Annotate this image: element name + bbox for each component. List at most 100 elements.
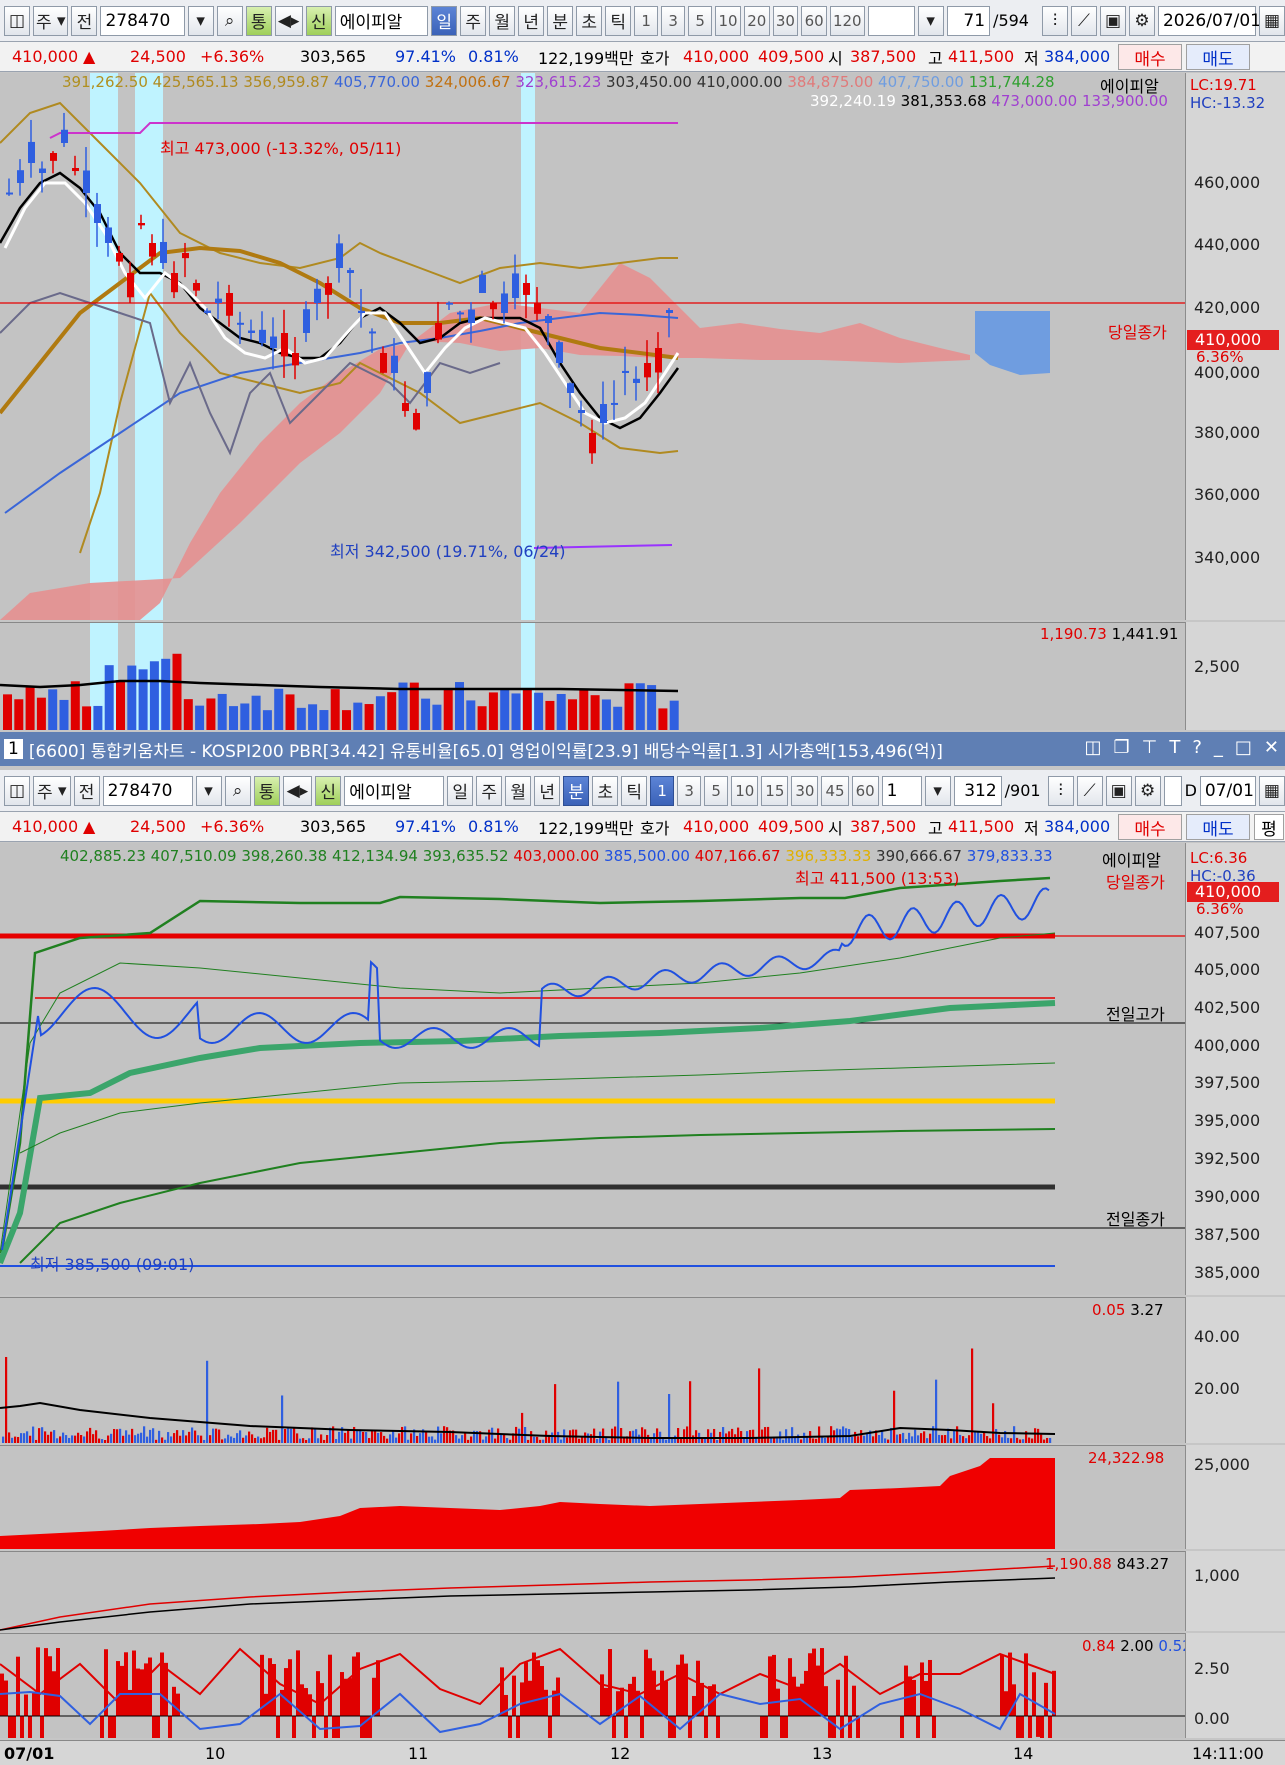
oscillator-bar	[344, 1678, 348, 1716]
trend-icon[interactable]: ⟋	[1070, 5, 1097, 36]
window-menu-icon[interactable]: ◫	[4, 775, 30, 806]
sell-button[interactable]: 매도	[1186, 44, 1250, 70]
interval-1[interactable]: 1	[650, 775, 675, 806]
tong-button[interactable]: 통	[253, 775, 280, 806]
interval-3[interactable]: 3	[661, 5, 686, 36]
save-icon[interactable]: ▣	[1099, 5, 1126, 36]
buy-button[interactable]: 매수	[1118, 44, 1182, 70]
copy-icon[interactable]: ❐	[1114, 737, 1130, 758]
window-menu-icon[interactable]: ◫	[4, 5, 30, 36]
stock-name-field[interactable]: 에이피알	[334, 5, 429, 36]
save-icon[interactable]: ▣	[1105, 775, 1132, 806]
period-tick[interactable]: 틱	[621, 775, 648, 806]
buy-button[interactable]: 매수	[1118, 814, 1182, 840]
date-input[interactable]: 2026/07/01	[1157, 5, 1261, 36]
calendar-icon[interactable]: ▦	[1258, 5, 1285, 36]
indicator2-panel[interactable]: 0.84 2.00 0.52	[0, 1633, 1185, 1738]
minute-price-panel[interactable]: 402,885.23 407,510.09 398,260.38 412,134…	[0, 843, 1185, 1295]
interval-30[interactable]: 30	[772, 5, 799, 36]
period-minute[interactable]: 분	[547, 5, 574, 36]
period-minute[interactable]: 분	[563, 775, 590, 806]
period-week[interactable]: 주	[460, 5, 487, 36]
volume-bar	[364, 704, 374, 730]
daily-volume-chart	[0, 623, 679, 730]
oscillator-bar	[376, 1660, 380, 1716]
code-input[interactable]: 278470	[102, 775, 193, 806]
unit-dropdown-icon[interactable]: ▾	[924, 775, 951, 806]
oscillator-bar	[516, 1716, 520, 1738]
tong-button[interactable]: 통	[245, 5, 272, 36]
maximize-icon[interactable]: □	[1235, 737, 1252, 758]
indicator1-panel[interactable]: 1,190.88 843.27	[0, 1551, 1185, 1631]
interval-5[interactable]: 5	[704, 775, 729, 806]
candle-icon[interactable]: ⫶	[1041, 5, 1068, 36]
date-checkbox[interactable]	[1163, 775, 1182, 806]
search-icon[interactable]: ⌕	[216, 5, 243, 36]
type-selector[interactable]: 주 ▾	[33, 775, 71, 806]
layout-icon[interactable]: ◫	[1084, 737, 1101, 758]
candle-icon[interactable]: ⫶	[1047, 775, 1074, 806]
text-icon[interactable]: T	[1169, 737, 1180, 758]
interval-5[interactable]: 5	[688, 5, 713, 36]
period-tick[interactable]: 틱	[605, 5, 632, 36]
chart-window-titlebar[interactable]: 1 [6600] 통합키움차트 - KOSPI200 PBR[34.42] 유통…	[0, 732, 1285, 766]
code-input[interactable]: 278470	[100, 5, 185, 36]
interval-1[interactable]: 1	[634, 5, 659, 36]
count-input[interactable]: 312	[953, 775, 1002, 806]
interval-20[interactable]: 20	[743, 5, 770, 36]
stock-name-field[interactable]: 에이피알	[344, 775, 445, 806]
search-icon[interactable]: ⌕	[224, 775, 251, 806]
volume-bar	[1046, 1437, 1049, 1443]
period-second[interactable]: 초	[592, 775, 619, 806]
interval-10[interactable]: 10	[731, 775, 759, 806]
calendar-icon[interactable]: ▦	[1258, 775, 1285, 806]
unit-dropdown-icon[interactable]: ▾	[917, 5, 944, 36]
speaker-icon[interactable]: ◀▸	[274, 5, 303, 36]
volume-bar	[878, 1434, 881, 1443]
shin-button[interactable]: 신	[315, 775, 342, 806]
date-input[interactable]: 07/01	[1199, 775, 1256, 806]
pin-icon[interactable]: ⊤	[1142, 737, 1158, 758]
period-second[interactable]: 초	[576, 5, 603, 36]
prev-button[interactable]: 전	[71, 5, 98, 36]
daily-volume-panel[interactable]: 1,190.73 1,441.91	[0, 622, 1185, 730]
interval-30[interactable]: 30	[791, 775, 819, 806]
candle-body	[127, 273, 134, 298]
interval-120[interactable]: 120	[829, 5, 865, 36]
average-button[interactable]: 평	[1254, 814, 1284, 840]
interval-3[interactable]: 3	[677, 775, 702, 806]
minimize-icon[interactable]: _	[1214, 737, 1223, 758]
prev-button[interactable]: 전	[73, 775, 100, 806]
trend-icon[interactable]: ⟋	[1076, 775, 1103, 806]
period-month[interactable]: 월	[489, 5, 516, 36]
period-month[interactable]: 월	[505, 775, 532, 806]
gear-icon[interactable]: ⚙	[1128, 5, 1155, 36]
interval-10[interactable]: 10	[715, 5, 741, 36]
code-dropdown-icon[interactable]: ▾	[187, 5, 214, 36]
period-day[interactable]: 일	[431, 5, 458, 36]
interval-60[interactable]: 60	[851, 775, 879, 806]
interval-45[interactable]: 45	[821, 775, 849, 806]
period-day[interactable]: 일	[447, 775, 474, 806]
period-year[interactable]: 년	[518, 5, 545, 36]
volume-bar	[579, 688, 589, 730]
period-week[interactable]: 주	[476, 775, 503, 806]
period-year[interactable]: 년	[534, 775, 561, 806]
volume-bar	[584, 1432, 587, 1443]
code-dropdown-icon[interactable]: ▾	[195, 775, 222, 806]
gear-icon[interactable]: ⚙	[1134, 775, 1161, 806]
type-selector[interactable]: 주 ▾	[33, 5, 69, 36]
close-icon[interactable]: ✕	[1264, 737, 1279, 758]
help-icon[interactable]: ?	[1192, 737, 1202, 758]
speaker-icon[interactable]: ◀▸	[282, 775, 313, 806]
cumulative-volume-panel[interactable]: 24,322.98	[0, 1445, 1185, 1549]
interval-60[interactable]: 60	[801, 5, 827, 36]
interval-15[interactable]: 15	[761, 775, 789, 806]
unit-input[interactable]	[867, 5, 915, 36]
sell-button[interactable]: 매도	[1186, 814, 1250, 840]
shin-button[interactable]: 신	[305, 5, 332, 36]
unit-input[interactable]: 1	[881, 775, 922, 806]
minute-volume-panel[interactable]: 0.05 3.27	[0, 1297, 1185, 1443]
daily-price-panel[interactable]: 391,262.50 425,565.13 356,959.87 405,770…	[0, 73, 1185, 620]
count-input[interactable]: 71	[946, 5, 991, 36]
